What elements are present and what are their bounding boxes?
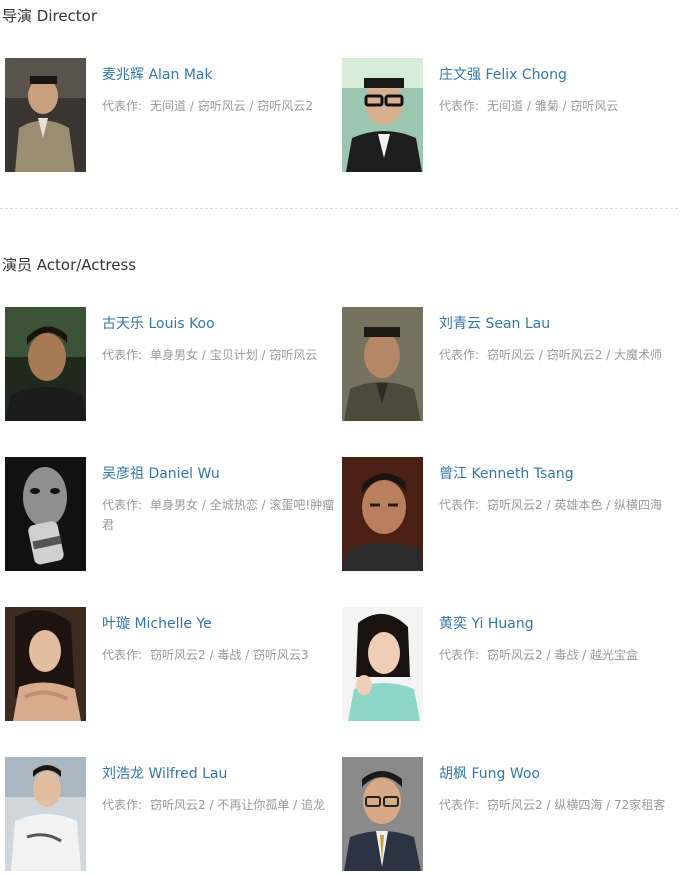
director-section-title: 导演 Director: [2, 7, 98, 25]
actor-works: 代表作: 单身男女 / 宝贝计划 / 窃听风云: [102, 345, 340, 365]
works-list: 无间道 / 雏菊 / 窃听风云: [487, 99, 619, 113]
works-label: 代表作:: [102, 99, 143, 113]
actor-card: 曾江 Kenneth Tsang 代表作: 窃听风云2 / 英雄本色 / 纵横四海: [342, 457, 678, 573]
actor-photo[interactable]: [5, 307, 86, 421]
actor-photo[interactable]: [5, 457, 86, 571]
portrait-image: [5, 457, 86, 571]
director-photo[interactable]: [342, 58, 423, 172]
works-label: 代表作:: [439, 348, 480, 362]
works-list: 窃听风云 / 窃听风云2 / 大魔术师: [487, 348, 663, 362]
portrait-image: [342, 607, 423, 721]
works-list: 窃听风云2 / 毒战 / 窃听风云3: [150, 648, 309, 662]
works-list: 窃听风云2 / 英雄本色 / 纵横四海: [487, 498, 663, 512]
actor-card: 叶璇 Michelle Ye 代表作: 窃听风云2 / 毒战 / 窃听风云3: [5, 607, 341, 723]
section-divider: [0, 208, 678, 209]
actor-photo[interactable]: [5, 607, 86, 721]
works-label: 代表作:: [102, 648, 143, 662]
actor-photo[interactable]: [342, 607, 423, 721]
actor-photo[interactable]: [342, 457, 423, 571]
works-list: 窃听风云2 / 纵横四海 / 72家租客: [487, 798, 666, 812]
director-photo[interactable]: [5, 58, 86, 172]
director-name[interactable]: 庄文强 Felix Chong: [439, 66, 567, 84]
works-label: 代表作:: [102, 348, 143, 362]
actor-works: 代表作: 单身男女 / 全城热恋 / 滚蛋吧!肿瘤君: [102, 495, 340, 535]
director-card: 麦兆辉 Alan Mak 代表作: 无间道 / 窃听风云 / 窃听风云2: [5, 58, 341, 174]
works-label: 代表作:: [439, 498, 480, 512]
actor-photo[interactable]: [342, 757, 423, 871]
portrait-image: [342, 457, 423, 571]
actor-name[interactable]: 古天乐 Louis Koo: [102, 315, 215, 333]
portrait-image: [342, 757, 423, 871]
actor-works: 代表作: 窃听风云 / 窃听风云2 / 大魔术师: [439, 345, 677, 365]
actor-name[interactable]: 吴彦祖 Daniel Wu: [102, 465, 220, 483]
portrait-image: [5, 607, 86, 721]
director-works: 代表作: 无间道 / 窃听风云 / 窃听风云2: [102, 96, 340, 116]
works-label: 代表作:: [439, 648, 480, 662]
works-list: 单身男女 / 宝贝计划 / 窃听风云: [150, 348, 318, 362]
director-card: 庄文强 Felix Chong 代表作: 无间道 / 雏菊 / 窃听风云: [342, 58, 678, 174]
actor-name[interactable]: 胡枫 Fung Woo: [439, 765, 540, 783]
actor-works: 代表作: 窃听风云2 / 毒战 / 越光宝盒: [439, 645, 677, 665]
actor-card: 吴彦祖 Daniel Wu 代表作: 单身男女 / 全城热恋 / 滚蛋吧!肿瘤君: [5, 457, 341, 573]
actor-works: 代表作: 窃听风云2 / 英雄本色 / 纵横四海: [439, 495, 677, 515]
works-label: 代表作:: [102, 798, 143, 812]
actor-card: 古天乐 Louis Koo 代表作: 单身男女 / 宝贝计划 / 窃听风云: [5, 307, 341, 423]
actor-name[interactable]: 刘青云 Sean Lau: [439, 315, 550, 333]
director-name[interactable]: 麦兆辉 Alan Mak: [102, 66, 213, 84]
actor-name[interactable]: 曾江 Kenneth Tsang: [439, 465, 574, 483]
actor-works: 代表作: 窃听风云2 / 纵横四海 / 72家租客: [439, 795, 677, 815]
portrait-image: [5, 58, 86, 172]
portrait-image: [342, 307, 423, 421]
actor-name[interactable]: 黄奕 Yi Huang: [439, 615, 534, 633]
works-list: 窃听风云2 / 不再让你孤单 / 追龙: [150, 798, 326, 812]
actor-photo[interactable]: [342, 307, 423, 421]
actor-card: 胡枫 Fung Woo 代表作: 窃听风云2 / 纵横四海 / 72家租客: [342, 757, 678, 873]
actor-section-title: 演员 Actor/Actress: [2, 256, 137, 274]
works-label: 代表作:: [102, 498, 143, 512]
works-label: 代表作:: [439, 798, 480, 812]
works-list: 无间道 / 窃听风云 / 窃听风云2: [150, 99, 314, 113]
actor-card: 刘青云 Sean Lau 代表作: 窃听风云 / 窃听风云2 / 大魔术师: [342, 307, 678, 423]
actor-card: 刘浩龙 Wilfred Lau 代表作: 窃听风云2 / 不再让你孤单 / 追龙: [5, 757, 341, 873]
actor-works: 代表作: 窃听风云2 / 毒战 / 窃听风云3: [102, 645, 340, 665]
director-works: 代表作: 无间道 / 雏菊 / 窃听风云: [439, 96, 677, 116]
works-list: 窃听风云2 / 毒战 / 越光宝盒: [487, 648, 639, 662]
portrait-image: [5, 307, 86, 421]
works-label: 代表作:: [439, 99, 480, 113]
actor-name[interactable]: 叶璇 Michelle Ye: [102, 615, 212, 633]
actor-name[interactable]: 刘浩龙 Wilfred Lau: [102, 765, 227, 783]
actor-card: 黄奕 Yi Huang 代表作: 窃听风云2 / 毒战 / 越光宝盒: [342, 607, 678, 723]
actor-works: 代表作: 窃听风云2 / 不再让你孤单 / 追龙: [102, 795, 340, 815]
portrait-image: [342, 58, 423, 172]
portrait-image: [5, 757, 86, 871]
actor-photo[interactable]: [5, 757, 86, 871]
